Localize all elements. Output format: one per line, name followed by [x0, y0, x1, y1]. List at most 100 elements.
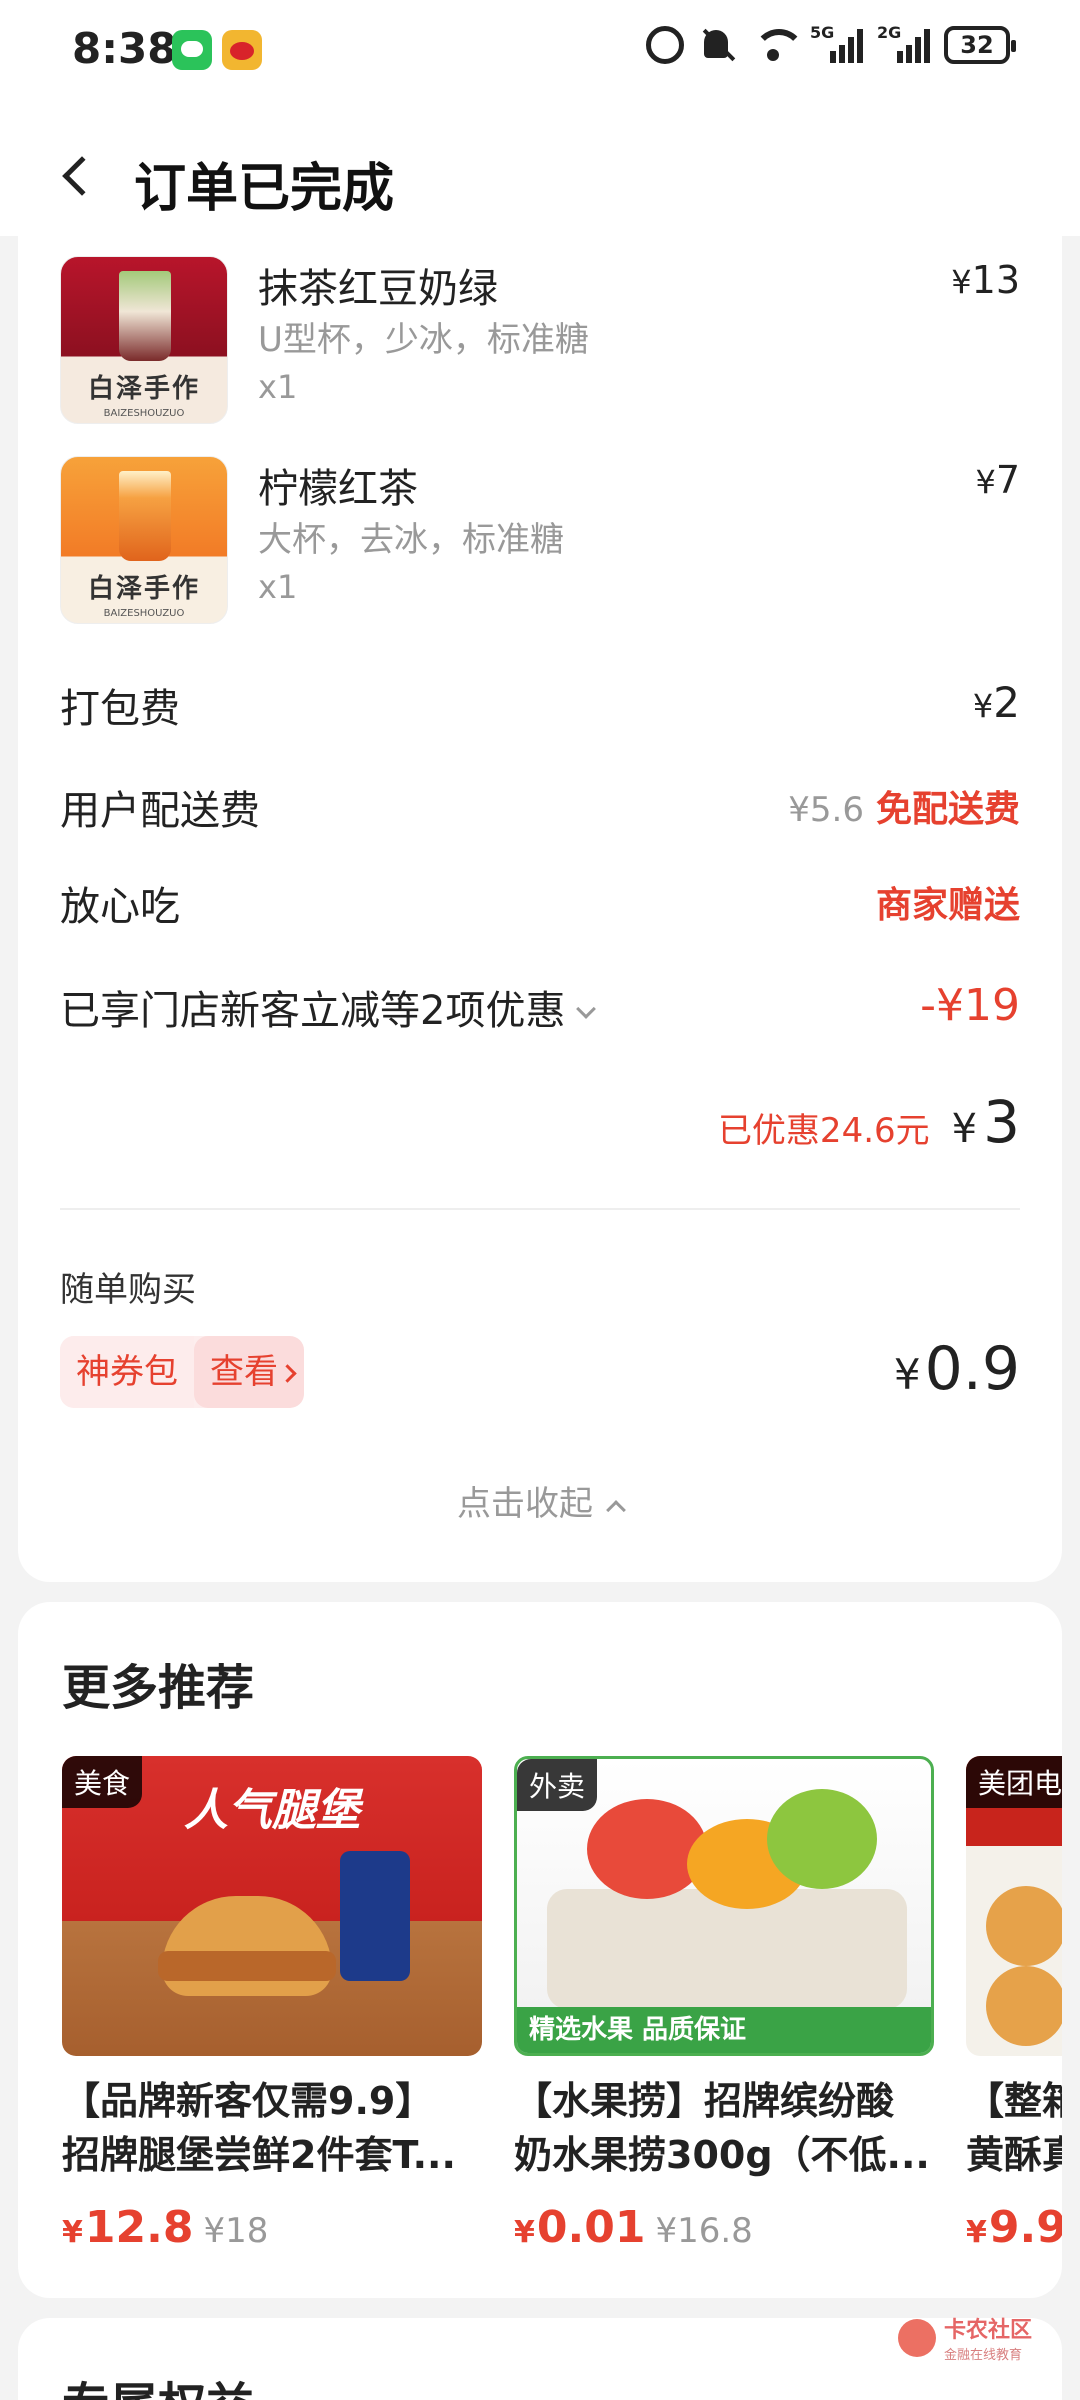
brand-logo-text: 白泽手作 [87, 574, 200, 604]
wechat-icon [172, 30, 212, 70]
kiwi-shape [767, 1789, 877, 1889]
soda-can-icon [340, 1851, 410, 1981]
page-header: 订单已完成 [0, 100, 1080, 236]
item-quantity: x1 [258, 368, 298, 406]
brand-logo-subtext: BAIZESHOUZUO [103, 408, 185, 419]
image-banner: 精选水果 品质保证 [517, 2007, 931, 2053]
total-amount-value: 3 [983, 1088, 1020, 1156]
order-item[interactable]: 白泽手作 BAIZESHOUZUO 柠檬红茶 大杯，去冰，标准糖 x1 ¥7 [60, 456, 1020, 626]
product-image: 精选水果 品质保证 外卖 [514, 1756, 934, 2056]
addon-price-value: 0.9 [924, 1334, 1020, 1404]
sale-price-value: 12.8 [84, 2202, 194, 2253]
item-price-value: 13 [971, 258, 1020, 302]
burger-icon [162, 1896, 332, 1996]
free-delivery-label: 免配送费 [875, 789, 1020, 830]
original-price: ¥16.8 [655, 2211, 753, 2251]
packing-fee-label: 打包费 [60, 686, 180, 732]
product-thumbnail: 白泽手作 BAIZESHOUZUO [60, 256, 228, 424]
bowl-shape [547, 1889, 907, 2009]
sale-price-value: 0.01 [536, 2202, 646, 2253]
item-quantity: x1 [258, 568, 298, 606]
packing-fee-row: 打包费 ¥2 [60, 676, 1020, 736]
signal-icon: 5G [810, 23, 863, 63]
currency-symbol: ¥ [951, 263, 972, 301]
discount-label-text: 已享门店新客立减等2项优惠 [60, 988, 566, 1034]
item-spec: U型杯，少冰，标准糖 [258, 320, 589, 360]
total-amount: ¥3 [952, 1088, 1020, 1156]
category-badge: 美食 [62, 1756, 143, 1808]
product-name-line2: 招牌腿堡尝鲜2件套T... [62, 2133, 456, 2177]
packing-fee-value: ¥2 [973, 678, 1020, 727]
order-detail-card: 白泽手作 BAIZESHOUZUO 抹茶红豆奶绿 U型杯，少冰，标准糖 x1 ¥… [18, 236, 1062, 1582]
sale-price-value: 9.9 [988, 2202, 1062, 2253]
signal-icon-2: 2G [877, 23, 930, 63]
recommendations-section: 更多推荐 人气腿堡 美食 【品牌新客仅需9.9】 招牌腿堡尝鲜2件套T... ¥… [18, 1602, 1062, 2298]
recommendation-card[interactable]: 精选水果 品质保证 外卖 【水果捞】招牌缤纷酸 奶水果捞300g（不低... ¥… [514, 1756, 934, 2253]
order-total: 已优惠24.6元 ¥3 [718, 1088, 1020, 1156]
battery-level: 32 [960, 31, 994, 59]
recommendations-title: 更多推荐 [62, 1660, 255, 1716]
drink-cup-icon [119, 271, 171, 361]
merchant-gift-label: 商家赠送 [875, 885, 1020, 926]
item-spec: 大杯，去冰，标准糖 [258, 520, 564, 560]
product-name-line2: 奶水果捞300g（不低... [514, 2133, 930, 2177]
assurance-value: 商家赠送 [876, 876, 1020, 928]
product-name-line2: 黄酥真 [966, 2133, 1062, 2177]
recommendation-card[interactable]: 美团电 【整箱 黄酥真 ¥9.9 [966, 1756, 1062, 2253]
network-2g-label: 2G [877, 23, 902, 42]
discount-label[interactable]: 已享门店新客立减等2项优惠 [60, 978, 597, 1036]
recommendation-card[interactable]: 人气腿堡 美食 【品牌新客仅需9.9】 招牌腿堡尝鲜2件套T... ¥12.8 … [62, 1756, 482, 2253]
product-name: 【整箱 黄酥真 [966, 2074, 1062, 2182]
product-image: 美团电 [966, 1756, 1062, 2056]
assurance-label: 放心吃 [60, 884, 180, 930]
item-name: 柠檬红茶 [258, 466, 418, 512]
back-icon[interactable] [62, 156, 102, 196]
status-bar: 8:38 5G 2G 32 [0, 0, 1080, 100]
collapse-button[interactable]: 点击收起 [18, 1476, 1062, 1525]
product-name-line1: 【整箱 [966, 2079, 1062, 2123]
pastry-shape [986, 1966, 1062, 2046]
product-thumbnail: 白泽手作 BAIZESHOUZUO [60, 456, 228, 624]
currency-symbol: ¥ [514, 2215, 535, 2250]
item-name: 抹茶红豆奶绿 [258, 266, 498, 312]
weibo-icon [222, 30, 262, 70]
currency-symbol: ¥ [975, 463, 996, 501]
original-price: ¥18 [203, 2211, 269, 2251]
divider [60, 1208, 1020, 1210]
assurance-row: 放心吃 商家赠送 [60, 874, 1020, 934]
watermark-logo-icon [898, 2318, 936, 2357]
sale-price: ¥9.9 [966, 2202, 1062, 2253]
order-item[interactable]: 白泽手作 BAIZESHOUZUO 抹茶红豆奶绿 U型杯，少冰，标准糖 x1 ¥… [60, 256, 1020, 426]
watermark: 卡农社区 金融在线教育 [898, 2312, 1032, 2363]
coupon-pack-chip[interactable]: 神券包 查看 [60, 1336, 304, 1408]
currency-symbol: ¥ [966, 2215, 987, 2250]
category-badge: 美团电 [966, 1756, 1062, 1808]
watermark-text: 卡农社区 [944, 2318, 1033, 2343]
wifi-icon [750, 27, 805, 63]
battery-icon: 32 [944, 26, 1016, 64]
coupon-view-button[interactable]: 查看 [194, 1336, 304, 1408]
price-row: ¥12.8 ¥18 [62, 2202, 482, 2253]
product-name: 【品牌新客仅需9.9】 招牌腿堡尝鲜2件套T... [62, 2074, 482, 2182]
sale-price: ¥0.01 [514, 2202, 645, 2253]
total-saved-label: 已优惠24.6元 [717, 1111, 930, 1151]
currency-symbol: ¥ [951, 1106, 978, 1152]
chevron-down-icon [576, 999, 597, 1019]
status-time: 8:38 [72, 24, 177, 73]
collapse-label: 点击收起 [457, 1484, 593, 1524]
packing-fee-amount: 2 [993, 678, 1020, 727]
burger-patty-shape [158, 1951, 336, 1981]
category-badge: 外卖 [517, 1759, 598, 1811]
pastry-shape [986, 1886, 1062, 1966]
mute-icon [698, 26, 736, 64]
delivery-fee-label: 用户配送费 [60, 788, 260, 834]
product-name-line1: 【品牌新客仅需9.9】 [62, 2079, 434, 2123]
brand-logo-subtext: BAIZESHOUZUO [103, 608, 185, 619]
network-5g-label: 5G [810, 23, 835, 42]
discount-row[interactable]: 已享门店新客立减等2项优惠 -¥19 [60, 978, 1020, 1038]
page-title: 订单已完成 [134, 159, 395, 219]
delivery-original-price: ¥5.6 [788, 790, 864, 830]
addon-section-title: 随单购买 [60, 1270, 196, 1310]
coupon-pack-name: 神券包 [60, 1336, 194, 1408]
currency-symbol: ¥ [893, 1350, 921, 1399]
